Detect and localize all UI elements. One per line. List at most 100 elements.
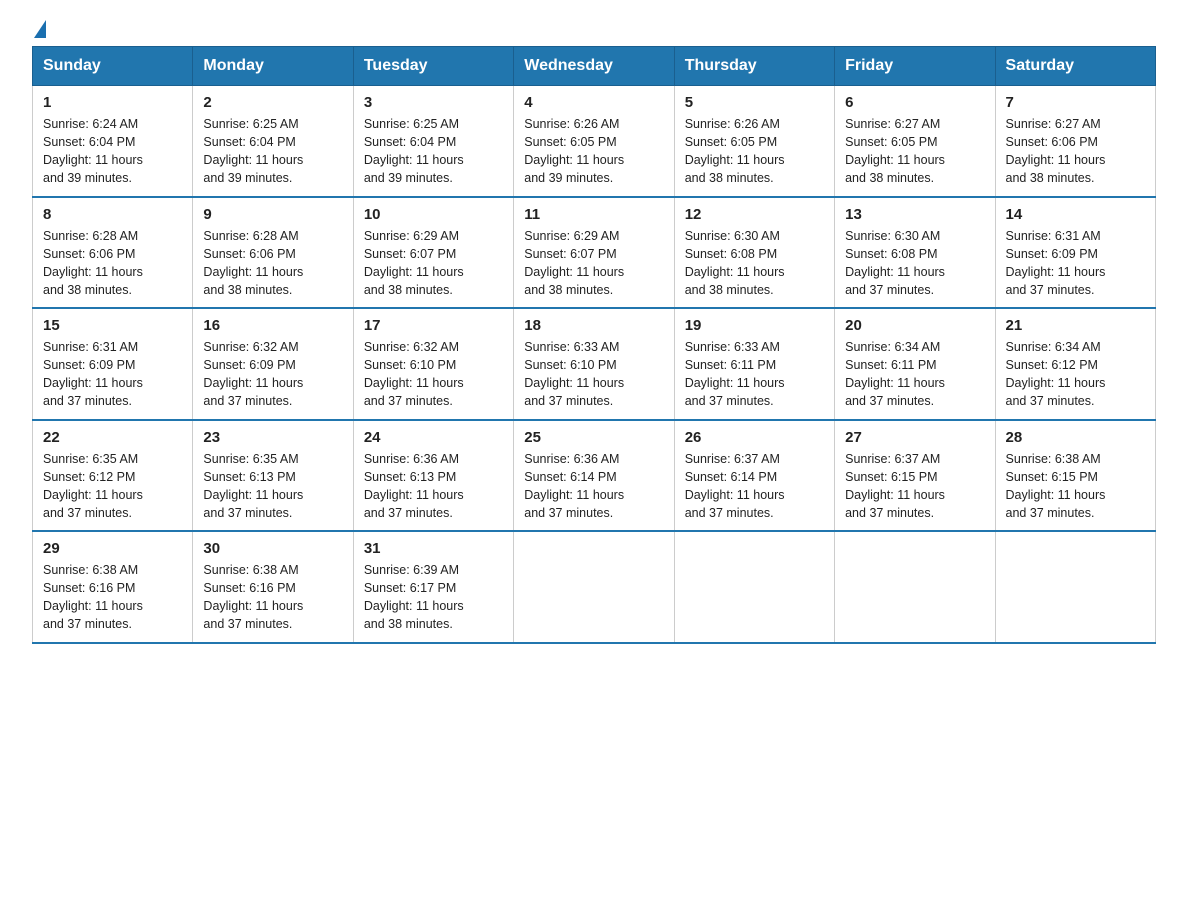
day-number: 1 bbox=[43, 94, 182, 111]
calendar-header-row: SundayMondayTuesdayWednesdayThursdayFrid… bbox=[33, 47, 1156, 86]
calendar-cell: 4 Sunrise: 6:26 AMSunset: 6:05 PMDayligh… bbox=[514, 86, 674, 197]
day-info: Sunrise: 6:30 AMSunset: 6:08 PMDaylight:… bbox=[685, 229, 785, 297]
day-number: 11 bbox=[524, 206, 663, 223]
day-number: 4 bbox=[524, 94, 663, 111]
day-info: Sunrise: 6:36 AMSunset: 6:14 PMDaylight:… bbox=[524, 452, 624, 520]
calendar-cell: 19 Sunrise: 6:33 AMSunset: 6:11 PMDaylig… bbox=[674, 308, 834, 420]
calendar-cell: 9 Sunrise: 6:28 AMSunset: 6:06 PMDayligh… bbox=[193, 197, 353, 309]
day-number: 30 bbox=[203, 540, 342, 557]
weekday-header-saturday: Saturday bbox=[995, 47, 1155, 86]
weekday-header-thursday: Thursday bbox=[674, 47, 834, 86]
day-info: Sunrise: 6:35 AMSunset: 6:13 PMDaylight:… bbox=[203, 452, 303, 520]
day-number: 8 bbox=[43, 206, 182, 223]
calendar-cell: 21 Sunrise: 6:34 AMSunset: 6:12 PMDaylig… bbox=[995, 308, 1155, 420]
weekday-header-friday: Friday bbox=[835, 47, 995, 86]
calendar-cell: 26 Sunrise: 6:37 AMSunset: 6:14 PMDaylig… bbox=[674, 420, 834, 532]
day-number: 12 bbox=[685, 206, 824, 223]
day-info: Sunrise: 6:30 AMSunset: 6:08 PMDaylight:… bbox=[845, 229, 945, 297]
calendar-cell: 11 Sunrise: 6:29 AMSunset: 6:07 PMDaylig… bbox=[514, 197, 674, 309]
calendar-table: SundayMondayTuesdayWednesdayThursdayFrid… bbox=[32, 46, 1156, 644]
calendar-cell: 28 Sunrise: 6:38 AMSunset: 6:15 PMDaylig… bbox=[995, 420, 1155, 532]
calendar-cell: 22 Sunrise: 6:35 AMSunset: 6:12 PMDaylig… bbox=[33, 420, 193, 532]
day-number: 20 bbox=[845, 317, 984, 334]
weekday-header-tuesday: Tuesday bbox=[353, 47, 513, 86]
day-number: 15 bbox=[43, 317, 182, 334]
calendar-week-row: 22 Sunrise: 6:35 AMSunset: 6:12 PMDaylig… bbox=[33, 420, 1156, 532]
calendar-cell: 20 Sunrise: 6:34 AMSunset: 6:11 PMDaylig… bbox=[835, 308, 995, 420]
day-number: 24 bbox=[364, 429, 503, 446]
day-info: Sunrise: 6:28 AMSunset: 6:06 PMDaylight:… bbox=[203, 229, 303, 297]
day-info: Sunrise: 6:36 AMSunset: 6:13 PMDaylight:… bbox=[364, 452, 464, 520]
day-number: 22 bbox=[43, 429, 182, 446]
day-info: Sunrise: 6:26 AMSunset: 6:05 PMDaylight:… bbox=[524, 117, 624, 185]
calendar-cell: 24 Sunrise: 6:36 AMSunset: 6:13 PMDaylig… bbox=[353, 420, 513, 532]
calendar-cell: 8 Sunrise: 6:28 AMSunset: 6:06 PMDayligh… bbox=[33, 197, 193, 309]
day-number: 17 bbox=[364, 317, 503, 334]
weekday-header-sunday: Sunday bbox=[33, 47, 193, 86]
calendar-cell: 18 Sunrise: 6:33 AMSunset: 6:10 PMDaylig… bbox=[514, 308, 674, 420]
day-info: Sunrise: 6:34 AMSunset: 6:12 PMDaylight:… bbox=[1006, 340, 1106, 408]
day-number: 29 bbox=[43, 540, 182, 557]
day-info: Sunrise: 6:33 AMSunset: 6:10 PMDaylight:… bbox=[524, 340, 624, 408]
day-number: 2 bbox=[203, 94, 342, 111]
day-info: Sunrise: 6:35 AMSunset: 6:12 PMDaylight:… bbox=[43, 452, 143, 520]
calendar-cell: 5 Sunrise: 6:26 AMSunset: 6:05 PMDayligh… bbox=[674, 86, 834, 197]
day-number: 19 bbox=[685, 317, 824, 334]
calendar-cell: 12 Sunrise: 6:30 AMSunset: 6:08 PMDaylig… bbox=[674, 197, 834, 309]
logo bbox=[32, 24, 46, 34]
day-number: 28 bbox=[1006, 429, 1145, 446]
day-info: Sunrise: 6:37 AMSunset: 6:14 PMDaylight:… bbox=[685, 452, 785, 520]
day-number: 25 bbox=[524, 429, 663, 446]
day-number: 31 bbox=[364, 540, 503, 557]
day-info: Sunrise: 6:29 AMSunset: 6:07 PMDaylight:… bbox=[364, 229, 464, 297]
calendar-week-row: 29 Sunrise: 6:38 AMSunset: 6:16 PMDaylig… bbox=[33, 531, 1156, 643]
calendar-week-row: 1 Sunrise: 6:24 AMSunset: 6:04 PMDayligh… bbox=[33, 86, 1156, 197]
calendar-cell: 27 Sunrise: 6:37 AMSunset: 6:15 PMDaylig… bbox=[835, 420, 995, 532]
calendar-cell: 1 Sunrise: 6:24 AMSunset: 6:04 PMDayligh… bbox=[33, 86, 193, 197]
calendar-cell: 13 Sunrise: 6:30 AMSunset: 6:08 PMDaylig… bbox=[835, 197, 995, 309]
day-info: Sunrise: 6:39 AMSunset: 6:17 PMDaylight:… bbox=[364, 563, 464, 631]
day-info: Sunrise: 6:27 AMSunset: 6:05 PMDaylight:… bbox=[845, 117, 945, 185]
calendar-cell: 3 Sunrise: 6:25 AMSunset: 6:04 PMDayligh… bbox=[353, 86, 513, 197]
calendar-cell: 30 Sunrise: 6:38 AMSunset: 6:16 PMDaylig… bbox=[193, 531, 353, 643]
day-info: Sunrise: 6:33 AMSunset: 6:11 PMDaylight:… bbox=[685, 340, 785, 408]
calendar-cell: 25 Sunrise: 6:36 AMSunset: 6:14 PMDaylig… bbox=[514, 420, 674, 532]
day-number: 23 bbox=[203, 429, 342, 446]
calendar-body: 1 Sunrise: 6:24 AMSunset: 6:04 PMDayligh… bbox=[33, 86, 1156, 643]
weekday-header-wednesday: Wednesday bbox=[514, 47, 674, 86]
day-info: Sunrise: 6:25 AMSunset: 6:04 PMDaylight:… bbox=[364, 117, 464, 185]
day-number: 10 bbox=[364, 206, 503, 223]
calendar-cell bbox=[995, 531, 1155, 643]
day-info: Sunrise: 6:32 AMSunset: 6:10 PMDaylight:… bbox=[364, 340, 464, 408]
day-info: Sunrise: 6:28 AMSunset: 6:06 PMDaylight:… bbox=[43, 229, 143, 297]
day-number: 27 bbox=[845, 429, 984, 446]
calendar-cell: 17 Sunrise: 6:32 AMSunset: 6:10 PMDaylig… bbox=[353, 308, 513, 420]
day-number: 16 bbox=[203, 317, 342, 334]
day-number: 5 bbox=[685, 94, 824, 111]
calendar-cell: 29 Sunrise: 6:38 AMSunset: 6:16 PMDaylig… bbox=[33, 531, 193, 643]
day-info: Sunrise: 6:26 AMSunset: 6:05 PMDaylight:… bbox=[685, 117, 785, 185]
calendar-cell: 10 Sunrise: 6:29 AMSunset: 6:07 PMDaylig… bbox=[353, 197, 513, 309]
calendar-cell: 16 Sunrise: 6:32 AMSunset: 6:09 PMDaylig… bbox=[193, 308, 353, 420]
logo-triangle-icon bbox=[34, 20, 46, 38]
day-info: Sunrise: 6:38 AMSunset: 6:16 PMDaylight:… bbox=[203, 563, 303, 631]
day-info: Sunrise: 6:31 AMSunset: 6:09 PMDaylight:… bbox=[1006, 229, 1106, 297]
day-info: Sunrise: 6:32 AMSunset: 6:09 PMDaylight:… bbox=[203, 340, 303, 408]
day-info: Sunrise: 6:27 AMSunset: 6:06 PMDaylight:… bbox=[1006, 117, 1106, 185]
day-info: Sunrise: 6:38 AMSunset: 6:16 PMDaylight:… bbox=[43, 563, 143, 631]
day-number: 18 bbox=[524, 317, 663, 334]
calendar-cell: 23 Sunrise: 6:35 AMSunset: 6:13 PMDaylig… bbox=[193, 420, 353, 532]
calendar-cell: 15 Sunrise: 6:31 AMSunset: 6:09 PMDaylig… bbox=[33, 308, 193, 420]
day-number: 3 bbox=[364, 94, 503, 111]
calendar-week-row: 15 Sunrise: 6:31 AMSunset: 6:09 PMDaylig… bbox=[33, 308, 1156, 420]
day-info: Sunrise: 6:25 AMSunset: 6:04 PMDaylight:… bbox=[203, 117, 303, 185]
day-number: 26 bbox=[685, 429, 824, 446]
calendar-cell bbox=[835, 531, 995, 643]
day-info: Sunrise: 6:38 AMSunset: 6:15 PMDaylight:… bbox=[1006, 452, 1106, 520]
day-info: Sunrise: 6:29 AMSunset: 6:07 PMDaylight:… bbox=[524, 229, 624, 297]
day-info: Sunrise: 6:37 AMSunset: 6:15 PMDaylight:… bbox=[845, 452, 945, 520]
page-header bbox=[32, 24, 1156, 34]
calendar-cell bbox=[514, 531, 674, 643]
calendar-cell: 14 Sunrise: 6:31 AMSunset: 6:09 PMDaylig… bbox=[995, 197, 1155, 309]
day-info: Sunrise: 6:34 AMSunset: 6:11 PMDaylight:… bbox=[845, 340, 945, 408]
